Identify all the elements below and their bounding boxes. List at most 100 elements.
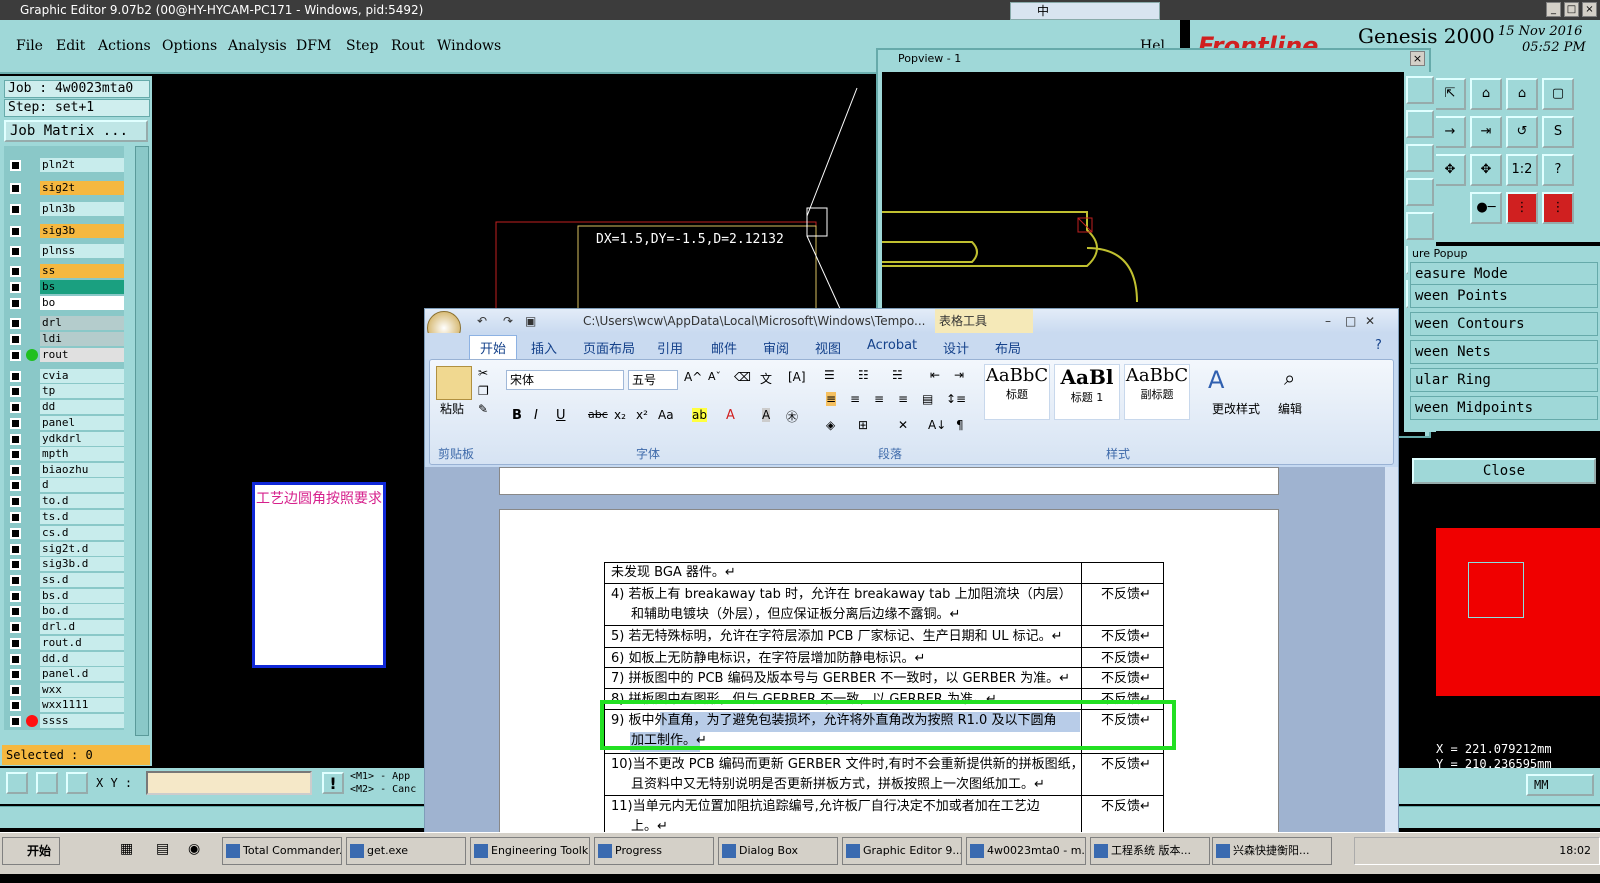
layer-row-panel[interactable]: panel [4,416,124,431]
font-name-select[interactable]: 宋体 [506,370,624,390]
layer-row-cs.d[interactable]: cs.d [4,526,124,541]
table-row-status[interactable]: 不反馈↵ [1101,627,1151,647]
net-icon[interactable]: ⋮ [1506,192,1538,224]
table-row-text[interactable]: 11)当单元内无位置加阻抗追踪编号,允许板厂自行决定不加或者加在工艺边 [611,797,1040,817]
layer-name[interactable]: to.d [40,494,124,508]
style-title[interactable]: AaBbC 标题 [984,364,1050,420]
save-icon[interactable] [1406,144,1434,172]
change-styles-label[interactable]: 更改样式 [1212,400,1260,417]
menu-dfm[interactable]: DFM [296,38,331,54]
layer-checkbox[interactable] [10,386,21,397]
tab-mailings[interactable]: 邮件 [711,338,737,357]
align-center-icon[interactable]: ≡ [850,392,860,406]
table-row-status[interactable]: 不反馈↵ [1101,755,1151,775]
layer-name[interactable]: pln2t [40,158,124,172]
taskbar-task[interactable]: get.exe [346,837,466,865]
shrink-font-icon[interactable]: Aˇ [708,370,721,383]
between-points-item[interactable]: ween Points [1410,284,1598,308]
minimize-button[interactable]: _ [1546,2,1561,17]
change-case-icon[interactable]: Aa [658,408,674,422]
taskbar-task-label[interactable]: Engineering Toolk... [491,844,589,857]
taskbar-task-label[interactable]: Dialog Box [739,844,798,857]
numbering-icon[interactable]: ☷ [858,368,869,382]
layer-row-pln3b[interactable]: pln3b [4,202,124,217]
layer-checkbox[interactable] [10,559,21,570]
tab-design[interactable]: 设计 [943,338,969,357]
shading-icon[interactable]: ◈ [826,418,835,432]
layer-name[interactable]: bs [40,280,124,294]
layer-name[interactable]: mpth [40,447,124,461]
taskbar-task[interactable]: Graphic Editor 9.... [842,837,962,865]
ime-toolbar[interactable]: 中 [1010,2,1160,20]
table-row-text[interactable]: 未发现 BGA 器件。↵ [611,563,736,583]
layer-name[interactable]: drl.d [40,620,124,634]
layer-row-cvia[interactable]: cvia [4,369,124,384]
enclose-char-icon[interactable]: ㊍ [786,408,798,425]
menu-file[interactable]: File [16,38,43,54]
tab-home[interactable]: 开始 [469,335,518,360]
warning-icon[interactable]: ! [322,772,344,794]
taskbar-task[interactable]: Dialog Box [718,837,838,865]
menu-options[interactable]: Options [162,38,217,54]
bullets-icon[interactable]: ☰ [824,368,835,382]
maximize-button[interactable]: □ [1564,2,1579,17]
layer-name[interactable]: panel [40,416,124,430]
underline-icon[interactable]: U [556,408,566,423]
line-spacing-icon[interactable]: ↕≡ [946,392,966,406]
tab-review[interactable]: 审阅 [763,338,789,357]
layer-name[interactable]: bo [40,296,124,310]
redo-icon[interactable]: ↷ [503,309,513,333]
layer-row-drl[interactable]: drl [4,316,124,331]
s-curve-icon[interactable]: S [1542,116,1574,148]
layer-row-tp[interactable]: tp [4,384,124,399]
layer-checkbox[interactable] [10,226,21,237]
layer-row-biaozhu[interactable]: biaozhu [4,463,124,478]
document-scrollbar[interactable] [1385,467,1398,833]
layer-name[interactable]: plnss [40,244,124,258]
layer-row-sig3b[interactable]: sig3b [4,224,124,239]
font-color-icon[interactable]: A [726,408,735,423]
layer-name[interactable]: sig3b.d [40,557,124,571]
table-row-text-cont[interactable]: 和辅助电镀块（外层），但应保证板分离后边缘不露铜。↵ [631,605,960,625]
save-quick-icon[interactable]: ▣ [525,309,536,333]
layer-name[interactable]: wxx [40,683,124,697]
highlight-icon[interactable]: ab [692,408,707,422]
strikethrough-icon[interactable]: abc [588,408,608,421]
layer-row-bs[interactable]: bs [4,280,124,295]
import-icon[interactable] [1406,178,1434,206]
layer-name[interactable]: wxx1111 [40,698,124,712]
layer-row-ss.d[interactable]: ss.d [4,573,124,588]
layer-row-bo[interactable]: bo [4,296,124,311]
layer-name[interactable]: drl [40,316,124,330]
layer-row-dd[interactable]: dd [4,400,124,415]
borders-icon[interactable]: ⊞ [858,418,868,432]
tab-view[interactable]: 视图 [815,338,841,357]
layer-checkbox[interactable] [10,700,21,711]
document-page[interactable]: 未发现 BGA 器件。↵ 4) 若板上有 breakaway tab 时，允许在 … [499,509,1279,883]
measure-close-button[interactable]: Close [1412,458,1596,484]
align-left-icon[interactable]: ≡ [826,392,837,406]
layer-checkbox[interactable] [10,575,21,586]
taskbar-task[interactable]: 工程系统 版本... [1090,837,1210,865]
between-contours-item[interactable]: ween Contours [1410,312,1598,336]
help-icon[interactable]: ? [1542,154,1574,186]
table-row-status[interactable]: 不反馈↵ [1101,585,1151,605]
increase-indent-icon[interactable]: ⇥ [954,368,964,382]
distribute-icon[interactable]: ▤ [922,392,933,406]
layer-checkbox[interactable] [10,449,21,460]
layer-checkbox[interactable] [10,512,21,523]
layer-list-scrollbar[interactable] [135,146,149,736]
layer-name[interactable]: dd [40,400,124,414]
layer-row-ts.d[interactable]: ts.d [4,510,124,525]
zoom-tool-icon[interactable] [6,772,28,794]
export-icon[interactable] [1406,212,1434,240]
taskbar-task-label[interactable]: get.exe [367,844,408,857]
annular-ring-item[interactable]: ular Ring [1410,368,1598,392]
quick-launch-icon[interactable]: ▦ [120,841,133,857]
menu-windows[interactable]: Windows [437,38,501,54]
paste-icon[interactable] [436,366,472,400]
char-border-icon[interactable]: [A] [788,370,806,384]
word-maximize-icon[interactable]: □ [1345,309,1356,333]
justify-icon[interactable]: ≡ [898,392,908,406]
print-icon[interactable] [1406,110,1434,138]
